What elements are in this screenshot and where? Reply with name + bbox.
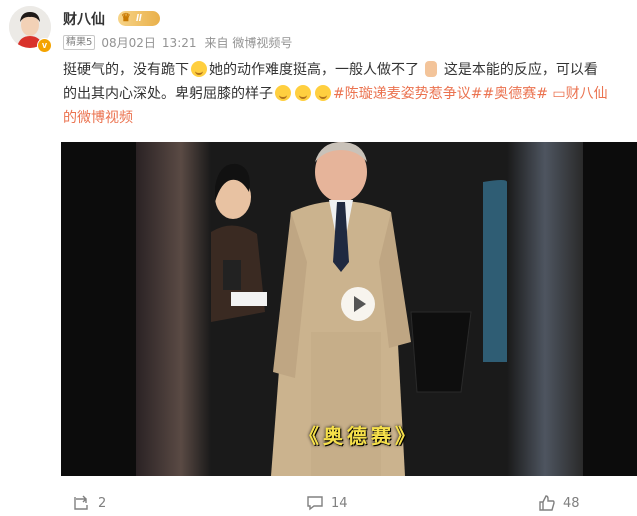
action-bar: 2 14 48 xyxy=(0,494,637,516)
laugh-emoji-icon xyxy=(191,61,207,77)
verified-badge-icon: v xyxy=(37,38,52,53)
text-segment: 的出其内心深处。卑躬屈膝的样子 xyxy=(63,86,273,102)
post-source: 来自 微博视频号 xyxy=(204,36,293,50)
thumb-emoji-icon xyxy=(425,61,438,77)
video-author-link[interactable]: 财八仙 xyxy=(566,86,608,102)
grin-emoji-icon xyxy=(275,85,291,101)
like-button[interactable]: 48 xyxy=(538,494,580,512)
video-blur-left xyxy=(136,142,211,476)
fan-tag[interactable]: 精果5 xyxy=(63,35,96,50)
username[interactable]: 财八仙 xyxy=(63,9,105,29)
like-count: 48 xyxy=(563,495,580,511)
repost-button[interactable]: 2 xyxy=(73,494,106,512)
crown-icon: ♛ xyxy=(121,12,131,24)
play-button[interactable] xyxy=(341,287,375,321)
post-meta: 精果5 08月02日 13:21 来自 微博视频号 xyxy=(63,34,292,51)
repost-icon xyxy=(74,495,88,510)
video-blur-right xyxy=(507,142,583,476)
thumbs-up-icon xyxy=(539,495,555,511)
comment-count: 14 xyxy=(331,495,348,511)
post-time[interactable]: 13:21 xyxy=(162,36,197,50)
comment-button[interactable]: 14 xyxy=(306,494,348,512)
text-segment: 挺硬气的，没有跪下 xyxy=(63,62,189,78)
hashtag-link[interactable]: #奥德赛# xyxy=(482,86,547,102)
vip-badge[interactable]: ♛ II xyxy=(118,11,160,26)
comment-icon xyxy=(307,496,323,511)
post-date[interactable]: 08月02日 xyxy=(101,34,156,51)
repost-count: 2 xyxy=(98,495,107,511)
video-title-link[interactable]: 的微博视频 xyxy=(63,110,133,126)
video-caption: 《奥德赛》 xyxy=(299,424,419,448)
vip-level: II xyxy=(136,13,142,24)
hashtag-link[interactable]: #陈璇递麦姿势惹争议# xyxy=(333,86,482,102)
grin-emoji-icon xyxy=(295,85,311,101)
post-text: 挺硬气的，没有跪下 她的动作难度挺高，一般人做不了 这是本能的反应，可以看 的出其… xyxy=(63,58,637,130)
video-player[interactable]: 《奥德赛》 xyxy=(61,142,637,476)
text-segment: 她的动作难度挺高，一般人做不了 xyxy=(209,62,419,78)
text-segment: 这是本能的反应，可以看 xyxy=(443,62,598,78)
grin-emoji-icon xyxy=(315,85,331,101)
video-icon[interactable]: ▭ xyxy=(552,86,565,102)
